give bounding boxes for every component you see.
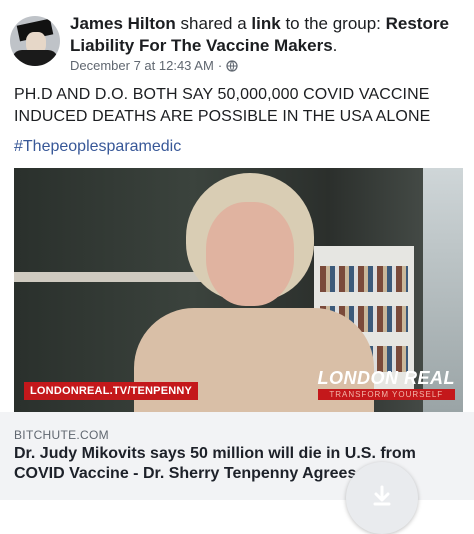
author-name[interactable]: James Hilton bbox=[70, 14, 176, 33]
speaker-face bbox=[206, 202, 294, 306]
meta-separator: · bbox=[217, 58, 223, 73]
title-period: . bbox=[332, 36, 338, 55]
video-thumbnail[interactable]: LONDONREAL.TV/TENPENNY LONDON REAL TRANS… bbox=[14, 168, 463, 412]
download-icon bbox=[373, 485, 391, 506]
post-meta: December 7 at 12:43 AM · bbox=[70, 58, 238, 73]
post-header: James Hilton shared a link to the group:… bbox=[0, 0, 474, 80]
video-mantel bbox=[14, 272, 214, 282]
download-button[interactable] bbox=[346, 462, 418, 534]
author-avatar[interactable] bbox=[10, 16, 60, 66]
video-brand: LONDON REAL TRANSFORM YOURSELF bbox=[317, 368, 455, 400]
post-timestamp[interactable]: December 7 at 12:43 AM bbox=[70, 58, 214, 73]
post-body-line-1: PH.D AND D.O. BOTH SAY 50,000,000 COVID … bbox=[14, 86, 430, 103]
globe-icon bbox=[226, 59, 238, 72]
video-url-label: LONDONREAL.TV/TENPENNY bbox=[24, 382, 199, 400]
shared-text: shared a bbox=[175, 14, 252, 33]
post-title-line: James Hilton shared a link to the group:… bbox=[70, 13, 465, 57]
link-domain: BITCHUTE.COM bbox=[14, 428, 109, 442]
link-word[interactable]: link bbox=[251, 14, 280, 33]
brand-name: LONDON REAL bbox=[317, 368, 455, 388]
brand-tagline: TRANSFORM YOURSELF bbox=[317, 389, 455, 400]
post-body: PH.D AND D.O. BOTH SAY 50,000,000 COVID … bbox=[14, 84, 464, 128]
post-body-line-2: INDUCED DEATHS ARE POSSIBLE IN THE USA A… bbox=[14, 108, 431, 125]
hashtag-link[interactable]: #Thepeoplesparamedic bbox=[14, 138, 181, 156]
to-group-text: to the group: bbox=[280, 14, 386, 33]
